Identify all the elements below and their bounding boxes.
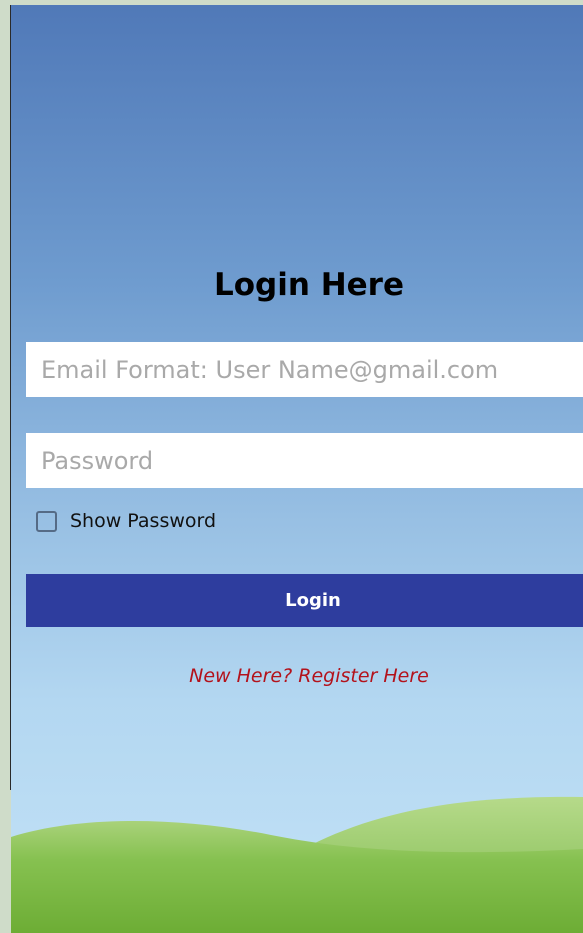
show-password-toggle[interactable]: Show Password <box>36 509 216 533</box>
show-password-label: Show Password <box>70 510 217 532</box>
login-button[interactable]: Login <box>26 574 583 627</box>
login-screen: Login Here Show Password Login New Here?… <box>11 5 583 933</box>
page-title: Login Here <box>213 267 404 303</box>
hills-illustration <box>11 796 583 933</box>
password-input[interactable] <box>26 433 583 488</box>
email-input[interactable] <box>26 342 583 397</box>
show-password-checkbox[interactable] <box>36 510 57 532</box>
register-link[interactable]: New Here? Register Here <box>11 665 583 687</box>
